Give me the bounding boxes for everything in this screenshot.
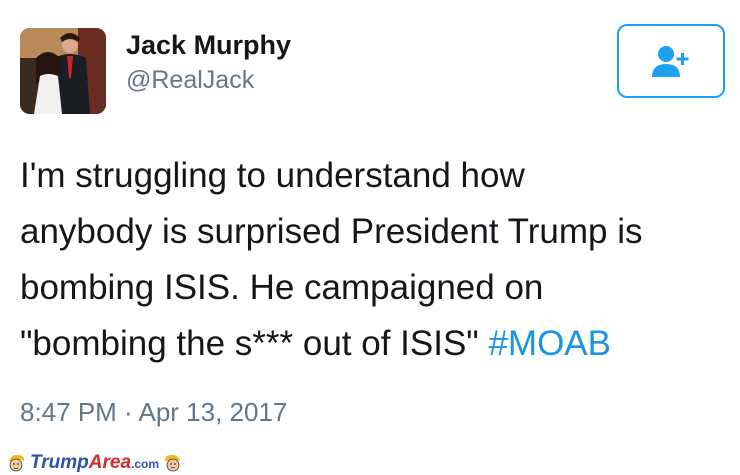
- tweet-timestamp[interactable]: 8:47 PM · Apr 13, 2017: [20, 397, 287, 428]
- watermark: TrumpArea.com: [6, 452, 183, 474]
- user-handle[interactable]: @RealJack: [126, 66, 254, 95]
- tweet-line: bombing ISIS. He campaigned on: [20, 268, 544, 307]
- tweet-line: "bombing the s*** out of ISIS" #MOAB: [20, 316, 720, 372]
- trump-face-icon: [164, 454, 181, 472]
- tweet-line: I'm struggling to understand how: [20, 156, 525, 195]
- avatar[interactable]: [20, 28, 106, 114]
- tweet-line-text: "bombing the s*** out of ISIS": [20, 324, 489, 363]
- tweet-line: anybody is surprised President Trump is: [20, 212, 643, 251]
- follow-person-plus-icon: [652, 46, 689, 77]
- watermark-trump: Trump: [30, 451, 89, 473]
- trump-face-icon: [9, 454, 25, 472]
- hashtag-link[interactable]: #MOAB: [488, 324, 611, 363]
- watermark-logo: TrumpArea.com: [30, 451, 160, 474]
- tweet-text: I'm struggling to understand how anybody…: [20, 148, 720, 372]
- display-name[interactable]: Jack Murphy: [126, 30, 291, 61]
- avatar-photo: [20, 28, 106, 114]
- follow-button[interactable]: [617, 24, 725, 98]
- watermark-com: .com: [131, 456, 160, 471]
- watermark-area: Area: [88, 451, 132, 473]
